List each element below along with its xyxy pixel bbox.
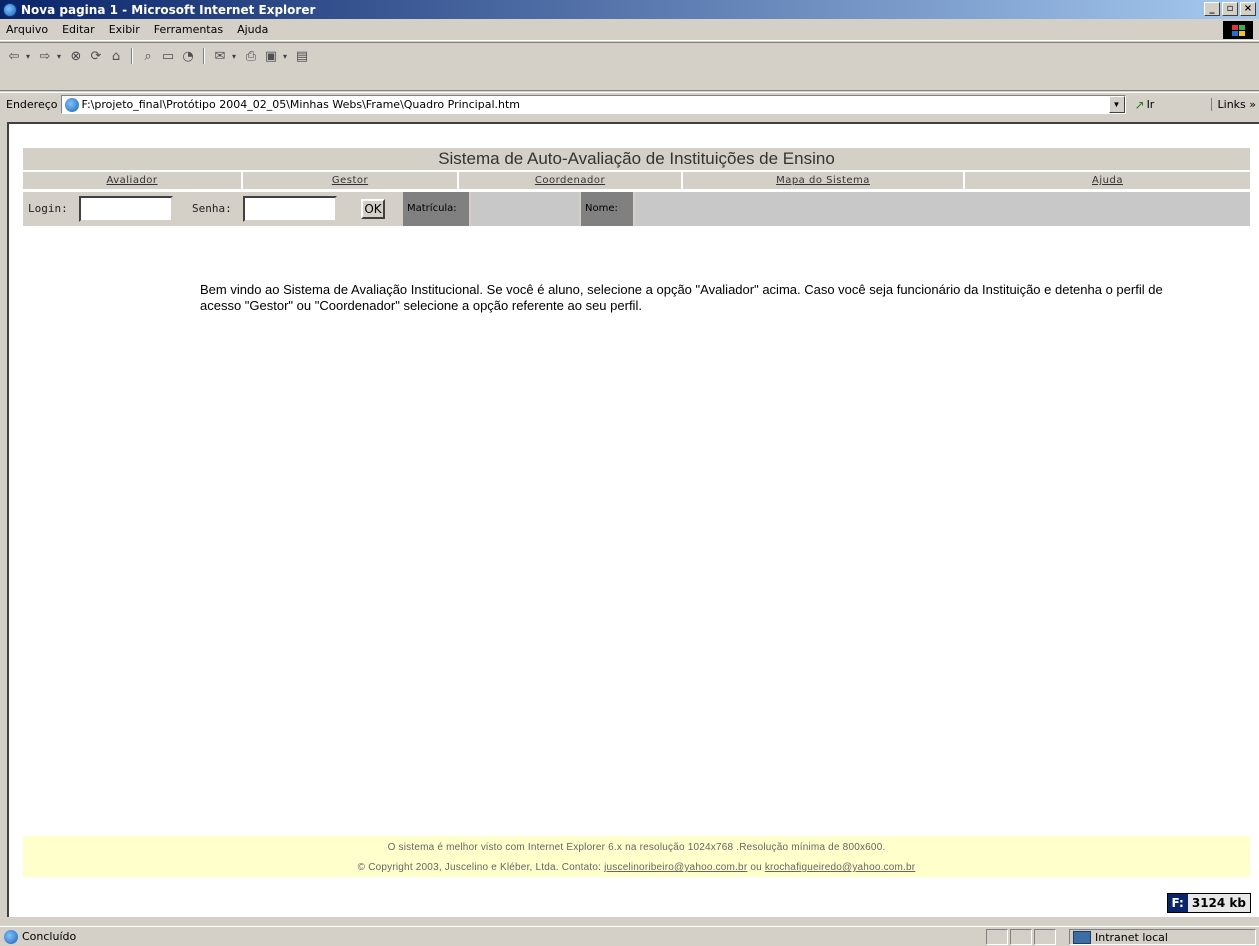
page-status-icon: [4, 929, 18, 944]
status-bar: Concluído Intranet local: [0, 926, 1259, 946]
security-zone: Intranet local: [1069, 929, 1256, 945]
zone-label: Intranet local: [1095, 930, 1168, 944]
menu-ferramentas[interactable]: Ferramentas: [147, 23, 230, 36]
system-title: Sistema de Auto-Avaliação de Instituiçõe…: [23, 148, 1250, 170]
edit-dropdown-icon[interactable]: ▾: [283, 52, 290, 61]
memory-value: 3124 kb: [1187, 894, 1250, 912]
status-pane: [986, 929, 1008, 945]
edit-icon[interactable]: ▣: [263, 48, 279, 64]
forward-icon[interactable]: ⇨: [37, 48, 53, 64]
go-arrow-icon: ↗: [1134, 97, 1145, 112]
home-icon[interactable]: ⌂: [108, 48, 124, 64]
nav-avaliador[interactable]: Avaliador: [23, 172, 241, 189]
footer-copyright: © Copyright 2003, Juscelino e Kléber, Lt…: [23, 861, 1250, 875]
forward-dropdown-icon[interactable]: ▾: [57, 52, 64, 61]
history-icon[interactable]: ◔: [180, 48, 196, 64]
minimize-button[interactable]: _: [1204, 2, 1220, 16]
senha-label: Senha:: [192, 202, 232, 215]
refresh-icon[interactable]: ⟳: [88, 48, 104, 64]
memory-prefix: F:: [1167, 894, 1188, 912]
footer-separator: ou: [750, 862, 762, 873]
go-button[interactable]: ↗ Ir: [1135, 98, 1155, 112]
menu-editar[interactable]: Editar: [55, 23, 102, 36]
email-link-krocha[interactable]: krochafigueiredo@yahoo.com.br: [765, 862, 915, 873]
maximize-button[interactable]: ▫: [1222, 2, 1238, 16]
login-label: Login:: [28, 202, 68, 215]
login-field[interactable]: [79, 196, 173, 222]
site-nav: Avaliador Gestor Coordenador Mapa do Sis…: [23, 172, 1250, 189]
senha-field[interactable]: [243, 196, 337, 222]
status-pane: [1034, 929, 1056, 945]
matricula-value: [471, 192, 579, 226]
favorites-icon[interactable]: ▭: [160, 48, 176, 64]
intranet-icon: [1073, 930, 1091, 944]
links-button[interactable]: Links »: [1210, 98, 1256, 111]
memory-badge: F: 3124 kb: [1166, 893, 1251, 913]
footer-recommendation: O sistema é melhor visto com Internet Ex…: [387, 842, 886, 853]
close-button[interactable]: ×: [1240, 2, 1256, 16]
discuss-icon[interactable]: ▤: [294, 48, 310, 64]
ie-icon: [3, 2, 17, 17]
copyright-text: © Copyright 2003, Juscelino e Kléber, Lt…: [357, 862, 602, 873]
mail-dropdown-icon[interactable]: ▾: [232, 52, 239, 61]
nome-value: [635, 192, 1250, 226]
back-icon[interactable]: ⇦: [6, 48, 22, 64]
stop-icon[interactable]: ⊗: [68, 48, 84, 64]
menu-exibir[interactable]: Exibir: [102, 23, 147, 36]
back-dropdown-icon[interactable]: ▾: [26, 52, 33, 61]
address-input[interactable]: [81, 98, 1082, 111]
status-pane: [1010, 929, 1032, 945]
window-title-bar: Nova pagina 1 - Microsoft Internet Explo…: [0, 0, 1259, 19]
nav-mapa-do-sistema[interactable]: Mapa do Sistema: [683, 172, 963, 189]
nav-gestor[interactable]: Gestor: [243, 172, 457, 189]
status-text: Concluído: [22, 930, 77, 943]
address-label: Endereço: [6, 98, 58, 111]
search-icon[interactable]: ⌕: [140, 48, 156, 64]
footer: O sistema é melhor visto com Internet Ex…: [23, 836, 1250, 877]
welcome-text: Bem vindo ao Sistema de Avaliação Instit…: [200, 282, 1163, 313]
window-title: Nova pagina 1 - Microsoft Internet Explo…: [21, 2, 316, 17]
print-icon[interactable]: ⎙: [243, 48, 259, 64]
nav-coordenador[interactable]: Coordenador: [459, 172, 681, 189]
matricula-label: Matrícula:: [403, 192, 469, 226]
page-icon: [64, 97, 79, 112]
menu-ajuda[interactable]: Ajuda: [230, 23, 275, 36]
toolbar: ⇦ ▾ ⇨ ▾ ⊗ ⟳ ⌂ ⌕ ▭ ◔ ✉ ▾ ⎙ ▣ ▾ ▤ Endereço…: [0, 42, 1259, 114]
ok-button[interactable]: OK: [361, 199, 385, 219]
menu-bar: Arquivo Editar Exibir Ferramentas Ajuda: [0, 19, 1259, 41]
nome-label: Nome:: [581, 192, 633, 226]
menu-arquivo[interactable]: Arquivo: [0, 23, 55, 36]
login-bar: Login: Senha: OK Matrícula: Nome:: [23, 192, 1250, 226]
address-dropdown-icon[interactable]: ▼: [1108, 96, 1125, 113]
go-label: Ir: [1146, 98, 1155, 111]
toolbar-separator: [131, 48, 133, 64]
page-content: Sistema de Auto-Avaliação de Instituiçõe…: [7, 122, 1259, 917]
address-field[interactable]: ▼: [60, 95, 1126, 114]
toolbar-separator: [203, 48, 205, 64]
email-link-juscelino[interactable]: juscelinoribeiro@yahoo.com.br: [604, 862, 747, 873]
windows-logo-icon: [1223, 21, 1253, 39]
mail-icon[interactable]: ✉: [212, 48, 228, 64]
nav-ajuda[interactable]: Ajuda: [965, 172, 1250, 189]
